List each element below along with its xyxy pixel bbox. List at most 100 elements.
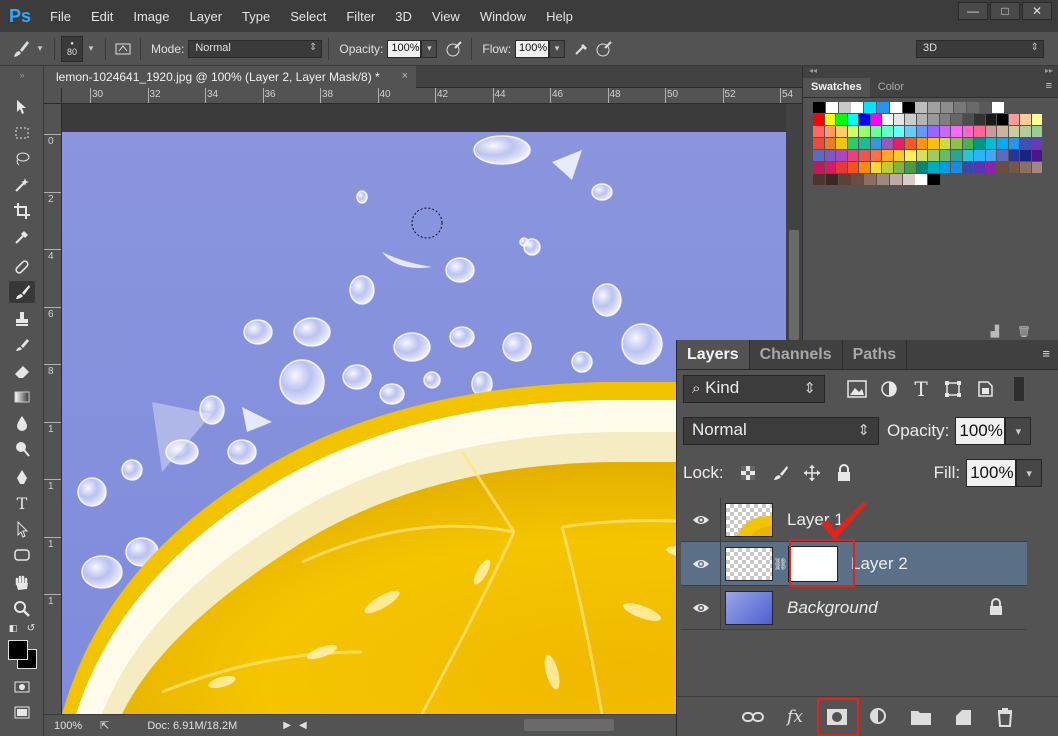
blur-tool-icon[interactable] bbox=[9, 412, 35, 434]
color-swatch[interactable] bbox=[882, 150, 893, 161]
filter-toggle-switch[interactable] bbox=[1013, 376, 1025, 402]
color-swatch[interactable] bbox=[847, 162, 859, 173]
lock-position-icon[interactable] bbox=[798, 459, 826, 487]
blend-mode-select[interactable]: Normal bbox=[188, 39, 323, 58]
dodge-tool-icon[interactable] bbox=[9, 438, 35, 460]
color-swatch[interactable] bbox=[962, 126, 974, 137]
color-swatch[interactable] bbox=[905, 150, 916, 161]
pressure-opacity-icon[interactable] bbox=[443, 38, 465, 60]
color-swatch[interactable] bbox=[813, 150, 824, 161]
menu-filter[interactable]: Filter bbox=[336, 9, 385, 24]
vertical-ruler[interactable]: 0 2 4 6 8 1 1 1 1 bbox=[44, 104, 62, 714]
color-swatch[interactable] bbox=[1008, 162, 1020, 173]
layer-filter-kind-select[interactable]: ⌕ Kind bbox=[683, 375, 825, 403]
color-swatch[interactable] bbox=[915, 102, 928, 113]
menu-view[interactable]: View bbox=[422, 9, 470, 24]
minimize-button[interactable]: — bbox=[958, 2, 988, 20]
color-swatch[interactable] bbox=[951, 150, 962, 161]
color-swatch[interactable] bbox=[870, 138, 882, 149]
color-swatch[interactable] bbox=[893, 126, 905, 137]
color-swatch[interactable] bbox=[859, 162, 870, 173]
quick-mask-icon[interactable] bbox=[9, 676, 35, 698]
brush-picker-dropdown[interactable]: ▾ bbox=[83, 40, 99, 58]
color-swatch[interactable] bbox=[902, 174, 915, 185]
delete-swatch-icon[interactable]: 🗑 bbox=[1017, 325, 1031, 338]
menu-3d[interactable]: 3D bbox=[385, 9, 422, 24]
new-layer-icon[interactable] bbox=[949, 703, 977, 731]
color-swatch[interactable] bbox=[876, 102, 889, 113]
color-swatch[interactable] bbox=[847, 126, 859, 137]
color-swatch[interactable] bbox=[824, 114, 836, 125]
hand-tool-icon[interactable] bbox=[9, 572, 35, 594]
export-icon[interactable]: ⇱ bbox=[100, 719, 109, 732]
swap-colors-icon[interactable]: ↺ bbox=[24, 622, 38, 634]
color-swatch[interactable] bbox=[974, 114, 985, 125]
color-swatch[interactable] bbox=[962, 150, 974, 161]
layers-scrollbar[interactable] bbox=[1030, 496, 1058, 696]
color-swatch[interactable] bbox=[824, 162, 836, 173]
pixel-layer-filter-icon[interactable] bbox=[843, 375, 871, 403]
color-swatch[interactable] bbox=[997, 138, 1008, 149]
color-swatch[interactable] bbox=[851, 174, 864, 185]
color-swatch[interactable] bbox=[1008, 114, 1020, 125]
color-swatch[interactable] bbox=[859, 126, 870, 137]
color-swatch[interactable] bbox=[859, 150, 870, 161]
color-swatch[interactable] bbox=[876, 174, 889, 185]
color-swatch[interactable] bbox=[836, 162, 847, 173]
color-swatch[interactable] bbox=[928, 114, 939, 125]
new-swatch-icon[interactable]: ▟ bbox=[991, 325, 999, 338]
new-group-folder-icon[interactable] bbox=[907, 703, 935, 731]
color-swatch[interactable] bbox=[928, 162, 939, 173]
color-swatch[interactable] bbox=[962, 162, 974, 173]
menu-type[interactable]: Type bbox=[232, 9, 280, 24]
eyedropper-tool-icon[interactable] bbox=[9, 226, 35, 248]
tab-paths[interactable]: Paths bbox=[843, 340, 908, 369]
expand-panels-icon[interactable]: ▸▸ bbox=[1045, 66, 1053, 75]
color-swatch[interactable] bbox=[951, 138, 962, 149]
color-swatch[interactable] bbox=[974, 138, 985, 149]
type-tool-icon[interactable]: T bbox=[9, 492, 35, 514]
color-swatch[interactable] bbox=[851, 102, 864, 113]
color-swatch[interactable] bbox=[813, 174, 825, 185]
color-swatch[interactable] bbox=[889, 102, 902, 113]
status-menu-arrow-icon[interactable]: ▶ bbox=[283, 720, 291, 731]
color-swatch[interactable] bbox=[985, 114, 997, 125]
brush-tool-preset-icon[interactable] bbox=[10, 38, 32, 60]
opacity-slider-dropdown[interactable]: ▾ bbox=[421, 39, 438, 58]
color-swatch[interactable] bbox=[939, 162, 951, 173]
default-colors-icon[interactable]: ◧ bbox=[6, 622, 20, 634]
gradient-tool-icon[interactable] bbox=[9, 386, 35, 408]
layer-2-name[interactable]: Layer 2 bbox=[851, 554, 908, 574]
maximize-button[interactable]: □ bbox=[990, 2, 1020, 20]
color-swatch[interactable] bbox=[962, 138, 974, 149]
delete-layer-trash-icon[interactable] bbox=[991, 703, 1019, 731]
color-swatch[interactable] bbox=[836, 150, 847, 161]
color-swatch[interactable] bbox=[870, 150, 882, 161]
flow-input[interactable]: 100% bbox=[515, 39, 550, 58]
color-swatch[interactable] bbox=[939, 126, 951, 137]
toolbox-collapse-icon[interactable]: » bbox=[9, 70, 35, 80]
adjustment-layer-filter-icon[interactable] bbox=[875, 375, 903, 403]
color-swatch[interactable] bbox=[882, 162, 893, 173]
color-swatch[interactable] bbox=[836, 138, 847, 149]
color-swatch[interactable] bbox=[1020, 138, 1031, 149]
color-swatch[interactable] bbox=[836, 126, 847, 137]
layers-menu-icon[interactable]: ≡ bbox=[1042, 346, 1050, 361]
healing-brush-tool-icon[interactable] bbox=[9, 256, 35, 278]
move-tool-icon[interactable] bbox=[9, 96, 35, 118]
layer-opacity-dropdown[interactable]: ▾ bbox=[1005, 417, 1032, 445]
color-swatch[interactable] bbox=[979, 102, 992, 113]
menu-help[interactable]: Help bbox=[536, 9, 583, 24]
document-tab[interactable]: lemon-1024641_1920.jpg @ 100% (Layer 2, … bbox=[44, 66, 416, 88]
color-swatch[interactable] bbox=[915, 174, 928, 185]
airbrush-icon[interactable] bbox=[571, 38, 593, 60]
workspace-select[interactable]: 3D bbox=[916, 40, 1044, 58]
color-swatch[interactable] bbox=[882, 138, 893, 149]
swatches-menu-icon[interactable]: ≡ bbox=[1046, 80, 1052, 92]
document-close-icon[interactable]: × bbox=[402, 70, 408, 82]
background-layer-name[interactable]: Background bbox=[787, 598, 878, 618]
color-swatch[interactable] bbox=[928, 102, 941, 113]
color-swatch[interactable] bbox=[1031, 114, 1043, 125]
scroll-left-icon[interactable]: ◀ bbox=[299, 720, 307, 731]
color-swatch[interactable] bbox=[966, 102, 979, 113]
